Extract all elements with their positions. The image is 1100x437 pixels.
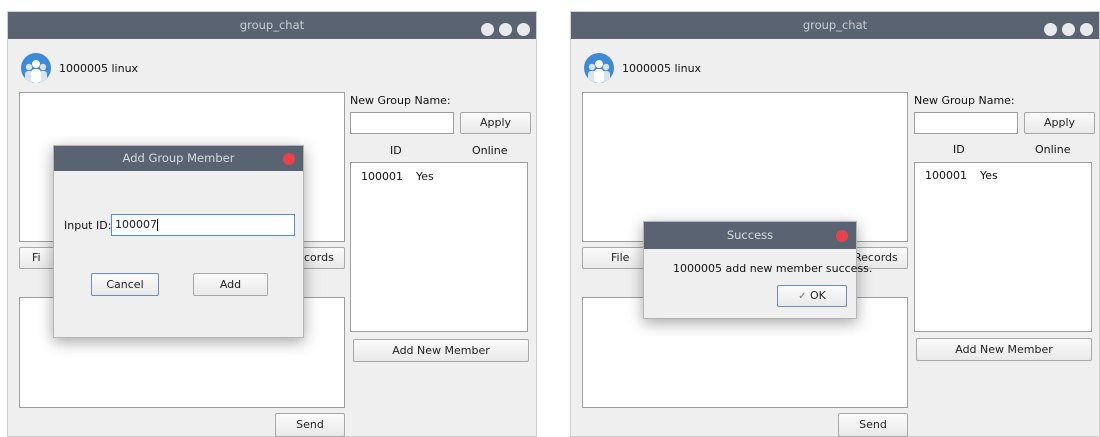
ok-button-label: OK [810,289,826,302]
window-title: group_chat [802,18,868,32]
member-id: 100001 [361,170,403,183]
text-cursor [157,219,158,231]
file-button[interactable]: Fi [19,247,55,269]
file-button-label: File [611,251,630,264]
group-chat-window-right: group_chat 1000005 linux File Records Se… [570,11,1100,437]
apply-button[interactable]: Apply [1024,112,1095,134]
add-new-member-button[interactable]: Add New Member [353,339,529,362]
member-id-input[interactable]: 100007 [111,214,295,236]
user-info: 1000005 linux [622,62,702,75]
send-button[interactable]: Send [838,413,908,437]
success-dialog: Success 1000005 add new member success. … [643,221,872,319]
ok-button[interactable]: ✓ OK [777,285,847,307]
minimize-button[interactable] [481,23,494,36]
dialog-titlebar[interactable]: Add Group Member [54,146,303,171]
dialog-title: Success [726,228,774,242]
window-controls [1039,19,1093,46]
member-list[interactable]: 100001 Yes [914,162,1092,332]
window-title: group_chat [239,18,305,32]
cancel-button[interactable]: Cancel [91,273,159,296]
new-group-name-label: New Group Name: [914,94,1015,107]
add-button[interactable]: Add [193,273,268,296]
group-avatar-icon [584,53,614,83]
check-icon: ✓ [798,291,807,302]
message-history-area[interactable] [582,92,908,242]
close-button[interactable] [1080,23,1093,36]
records-button-label: cords [304,251,334,264]
apply-button-label: Apply [479,116,512,129]
add-new-member-button[interactable]: Add New Member [916,338,1092,361]
user-info: 1000005 linux [59,62,139,75]
group-avatar-icon [21,53,51,83]
success-message: 1000005 add new member success. [673,262,873,275]
minimize-button[interactable] [1044,23,1057,36]
cancel-button-label: Cancel [106,278,144,291]
file-button-label: Fi [32,251,41,264]
close-button[interactable] [517,23,530,36]
column-header-id: ID [390,144,402,157]
send-button[interactable]: Send [275,413,345,437]
maximize-button[interactable] [499,23,512,36]
add-new-member-label: Add New Member [955,343,1053,356]
group-name-input[interactable] [350,112,454,134]
apply-button[interactable]: Apply [460,112,531,134]
member-id-input-value: 100007 [115,218,157,231]
member-online-status: Yes [416,170,434,183]
group-chat-window-left: group_chat 1000005 linux Fi cords Send N… [7,11,537,437]
maximize-button[interactable] [1062,23,1075,36]
apply-button-label: Apply [1043,116,1076,129]
send-button-label: Send [859,418,887,431]
column-header-online: Online [1035,143,1071,156]
dialog-titlebar[interactable]: Success [644,222,856,249]
dialog-close-button[interactable] [283,153,295,165]
member-online-status: Yes [980,169,998,182]
column-header-online: Online [472,144,508,157]
new-group-name-label: New Group Name: [350,94,451,107]
input-id-label: Input ID: [64,219,112,232]
add-new-member-label: Add New Member [392,344,490,357]
add-group-member-dialog: Add Group Member Input ID: 100007 Cancel… [53,145,304,338]
send-button-label: Send [296,418,324,431]
window-controls [476,19,530,46]
dialog-title: Add Group Member [122,151,235,165]
window-titlebar[interactable]: group_chat [8,12,536,39]
dialog-close-button[interactable] [836,230,848,242]
column-header-id: ID [953,143,965,156]
member-list[interactable]: 100001 Yes [350,162,528,332]
window-titlebar[interactable]: group_chat [571,12,1099,39]
member-id: 100001 [925,169,967,182]
group-name-input[interactable] [914,112,1018,134]
add-button-label: Add [219,278,242,291]
